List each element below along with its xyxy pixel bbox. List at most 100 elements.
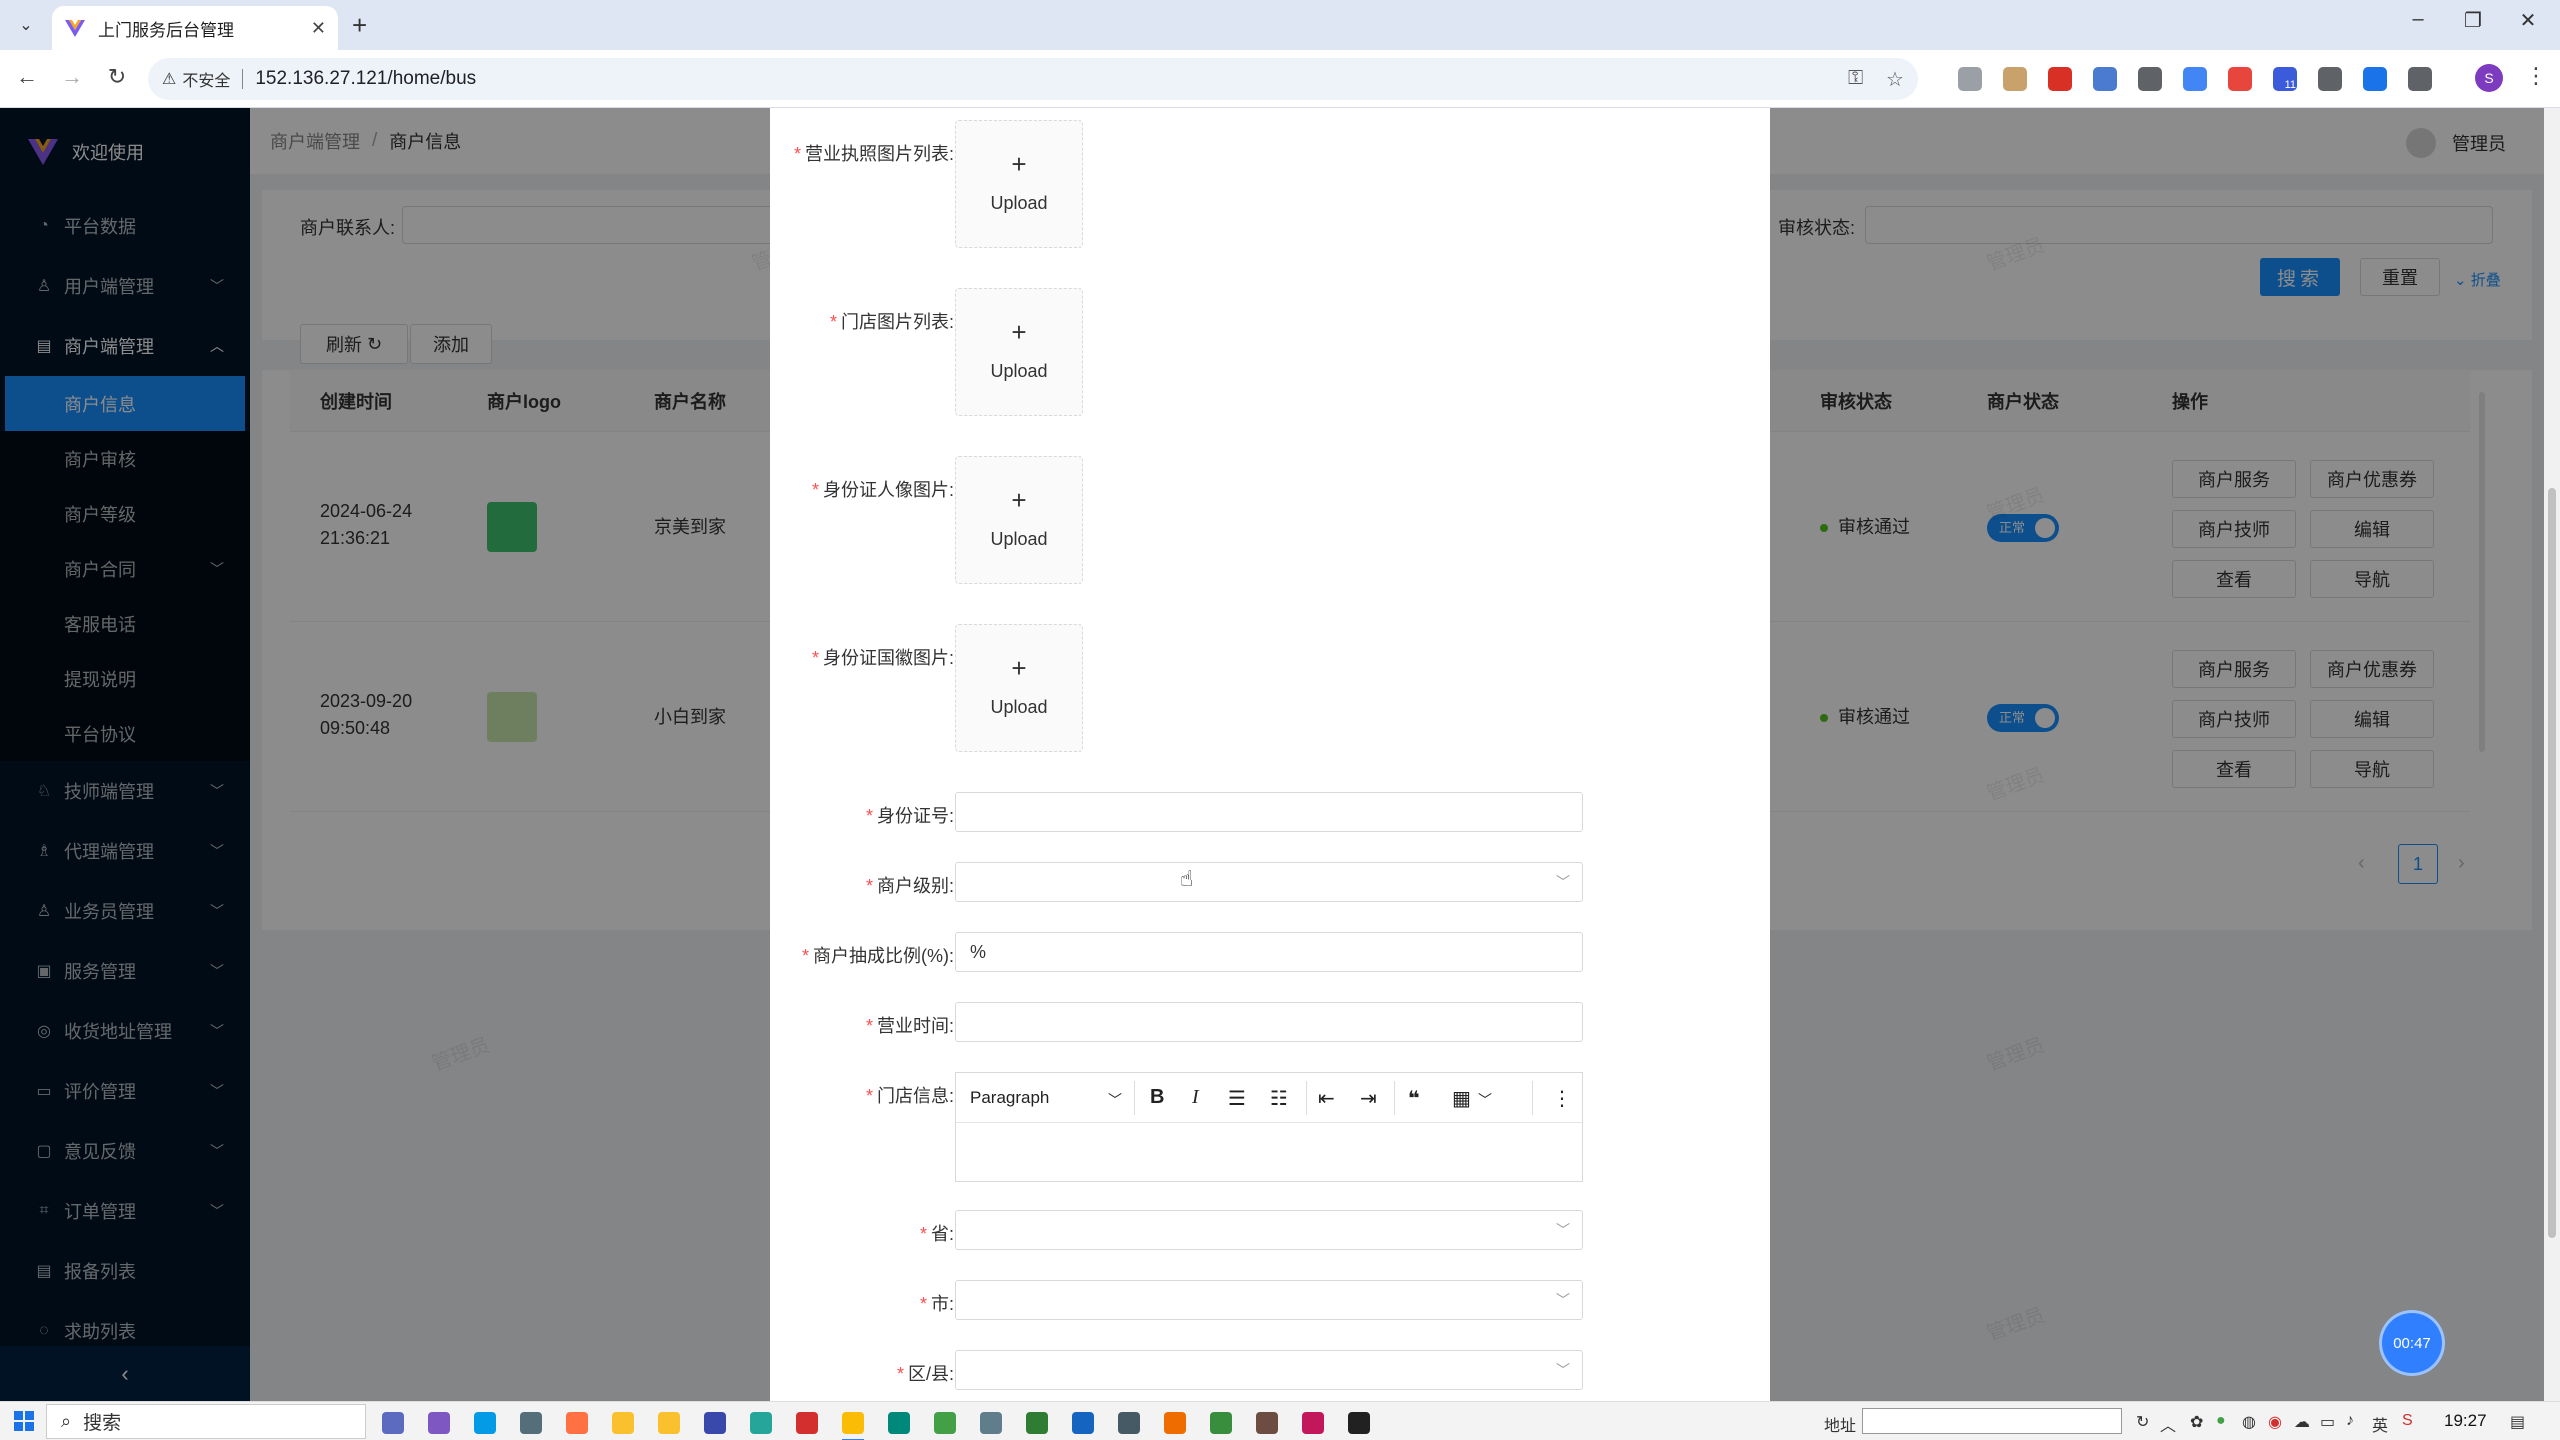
browser-tab[interactable]: 上门服务后台管理 ✕	[52, 6, 338, 50]
id-front-upload[interactable]: + Upload	[955, 456, 1083, 584]
sogou-icon[interactable]: S	[2402, 1412, 2413, 1430]
network-icon[interactable]: ▭	[2320, 1412, 2335, 1432]
omnibox[interactable]: ⚠ 不安全 152.136.27.121/home/bus ⚿ ☆	[148, 58, 1918, 100]
ime-indicator[interactable]: 英	[2372, 1412, 2388, 1436]
taskbar-app-icon[interactable]	[750, 1412, 772, 1434]
star-icon[interactable]: ☆	[1886, 67, 1904, 92]
taskbar-app-icon[interactable]	[704, 1412, 726, 1434]
id-back-upload[interactable]: + Upload	[955, 624, 1083, 752]
taskbar-address-input[interactable]	[1862, 1408, 2122, 1434]
taskbar-app-icon[interactable]	[1302, 1412, 1324, 1434]
image-ext-icon[interactable]	[2003, 67, 2027, 91]
page-scroll-thumb[interactable]	[2548, 488, 2556, 1238]
taskbar-app-icon[interactable]	[1256, 1412, 1278, 1434]
plus-icon: +	[1011, 149, 1027, 179]
taskbar-app-icon[interactable]	[888, 1412, 910, 1434]
chevron-down-icon[interactable]: ﹀	[1108, 1090, 1122, 1110]
taskbar-app-icon[interactable]	[1026, 1412, 1048, 1434]
more-options-icon[interactable]: ⋮	[1552, 1086, 1572, 1111]
window-close-icon[interactable]: ✕	[2513, 8, 2543, 33]
plus-icon: +	[1011, 485, 1027, 515]
extensions-icon[interactable]	[2408, 67, 2432, 91]
translate-ext-icon[interactable]	[2183, 67, 2207, 91]
puzzle-ext-icon[interactable]	[2093, 67, 2117, 91]
word-icon[interactable]	[1072, 1412, 1094, 1434]
shield-ext-icon[interactable]	[2048, 67, 2072, 91]
province-select[interactable]: ﹀	[955, 1210, 1583, 1250]
taskbar-app-icon[interactable]	[980, 1412, 1002, 1434]
taskbar-search[interactable]: ⌕ 搜索	[46, 1404, 366, 1439]
tab-search-icon[interactable]: ⌄	[12, 11, 40, 39]
plus-icon: +	[1011, 317, 1027, 347]
taskbar-app-icon[interactable]	[474, 1412, 496, 1434]
store-images-upload[interactable]: + Upload	[955, 288, 1083, 416]
volume-icon[interactable]: ♪	[2346, 1412, 2354, 1430]
x-ext-icon[interactable]	[2363, 67, 2387, 91]
taskbar-app-icon[interactable]	[428, 1412, 450, 1434]
numbered-list-icon[interactable]: ☷	[1270, 1086, 1288, 1111]
badge-ext-icon[interactable]: 11	[2273, 67, 2297, 91]
refresh-icon[interactable]: ↻	[2136, 1412, 2149, 1432]
bulleted-list-icon[interactable]: ☰	[1228, 1086, 1246, 1111]
tray-app-icon[interactable]: ✿	[2190, 1412, 2203, 1432]
table-icon[interactable]: ▦	[1452, 1086, 1471, 1111]
blockquote-icon[interactable]: ❝	[1408, 1086, 1420, 1111]
chevron-up-icon[interactable]: ︿	[2160, 1412, 2176, 1436]
page-scrollbar[interactable]	[2544, 108, 2560, 1401]
business-license-upload[interactable]: + Upload	[955, 120, 1083, 248]
search-ext-icon[interactable]	[2318, 67, 2342, 91]
italic-icon[interactable]: I	[1192, 1086, 1199, 1109]
editor-content-area[interactable]	[956, 1123, 1582, 1181]
chrome-icon[interactable]	[842, 1412, 864, 1440]
store-info-label: * 门店信息:	[865, 1086, 954, 1106]
taskbar-app-icon[interactable]	[382, 1412, 404, 1434]
firefox-icon[interactable]	[566, 1412, 588, 1434]
restore-icon[interactable]: ❐	[2458, 8, 2488, 33]
level-select[interactable]: ﹀	[955, 862, 1583, 902]
new-tab-icon[interactable]: +	[352, 10, 367, 41]
outdent-icon[interactable]: ⇤	[1318, 1086, 1335, 1111]
camera-ext-icon[interactable]	[1958, 67, 1982, 91]
indent-icon[interactable]: ⇥	[1360, 1086, 1377, 1111]
wechat-icon[interactable]	[934, 1412, 956, 1434]
city-select[interactable]: ﹀	[955, 1280, 1583, 1320]
bold-icon[interactable]: B	[1150, 1086, 1164, 1109]
profile-avatar[interactable]: S	[2475, 64, 2503, 92]
chevron-down-icon[interactable]: ﹀	[1478, 1090, 1492, 1110]
back-icon[interactable]: ←	[12, 64, 42, 90]
wechat-tray-icon[interactable]: ●	[2216, 1412, 2226, 1430]
tray-app-icon[interactable]: ◍	[2242, 1412, 2256, 1432]
taskbar-app-icon[interactable]	[1164, 1412, 1186, 1434]
label-text: 省:	[930, 1224, 954, 1244]
commission-input[interactable]: %	[955, 932, 1583, 972]
district-select[interactable]: ﹀	[955, 1350, 1583, 1390]
notification-icon[interactable]: ▤	[2510, 1412, 2525, 1432]
minimize-icon[interactable]: –	[2403, 8, 2433, 31]
id-number-input[interactable]	[955, 792, 1583, 832]
warning-icon: ⚠	[162, 71, 177, 88]
close-tab-icon[interactable]: ✕	[311, 18, 326, 39]
tray-app-icon[interactable]: ◉	[2268, 1412, 2282, 1432]
business-hours-input[interactable]	[955, 1002, 1583, 1042]
cloud-icon[interactable]: ☁	[2294, 1412, 2310, 1432]
reload-icon[interactable]: ↻	[102, 64, 132, 90]
insecure-label: 不安全	[182, 73, 231, 90]
terminal-icon[interactable]	[1348, 1412, 1370, 1434]
taskbar-app-icon[interactable]	[520, 1412, 542, 1434]
folder-icon[interactable]	[612, 1412, 634, 1434]
windows-start-icon[interactable]	[14, 1411, 34, 1431]
ext-red-icon[interactable]	[2228, 67, 2252, 91]
taskbar-app-icon[interactable]	[1118, 1412, 1140, 1434]
id-back-label: * 身份证国徽图片:	[811, 648, 954, 668]
forward-icon[interactable]: →	[57, 64, 87, 90]
taskbar-app-icon[interactable]	[796, 1412, 818, 1434]
key-icon[interactable]: ⚿	[1848, 67, 1863, 90]
copy-ext-icon[interactable]	[2138, 67, 2162, 91]
taskbar-clock[interactable]: 19:27	[2444, 1411, 2487, 1431]
taskbar-app-icon[interactable]	[1210, 1412, 1232, 1434]
url-text[interactable]: 152.136.27.121/home/bus	[255, 68, 476, 90]
browser-menu-icon[interactable]: ⋮	[2525, 63, 2547, 89]
recording-timer[interactable]: 00:47	[2382, 1313, 2442, 1373]
paragraph-select[interactable]: Paragraph	[970, 1088, 1049, 1108]
folder-icon[interactable]	[658, 1412, 680, 1434]
